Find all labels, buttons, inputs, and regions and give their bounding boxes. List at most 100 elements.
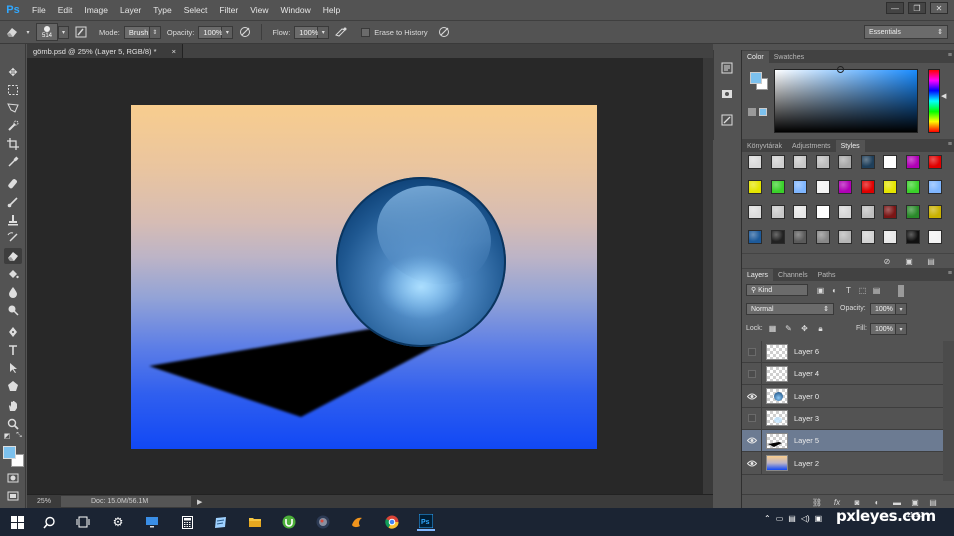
style-swatch[interactable] bbox=[770, 205, 785, 219]
style-swatch[interactable] bbox=[748, 230, 762, 244]
workspace-switcher[interactable]: Essentials ⇕ bbox=[864, 25, 948, 39]
eraser-tool-icon[interactable] bbox=[4, 24, 20, 40]
marquee-tool-icon[interactable] bbox=[4, 82, 22, 98]
style-swatch[interactable] bbox=[815, 205, 830, 219]
adjustment-layer-icon[interactable]: ◐ bbox=[872, 497, 882, 507]
spot-healing-tool-icon[interactable] bbox=[4, 176, 22, 192]
brush-dropdown-icon[interactable]: ▾ bbox=[58, 25, 69, 39]
filter-pixel-icon[interactable]: ▣ bbox=[816, 286, 825, 295]
lock-all-icon[interactable]: 🔒︎ bbox=[816, 324, 825, 333]
pressure-opacity-icon[interactable] bbox=[237, 24, 253, 40]
style-swatch[interactable] bbox=[905, 230, 920, 244]
screen-mode-icon[interactable] bbox=[4, 488, 22, 504]
style-swatch[interactable] bbox=[815, 155, 830, 169]
panel-menu-icon[interactable]: ≡ bbox=[948, 141, 952, 148]
filter-adjustment-icon[interactable]: ◐ bbox=[830, 286, 839, 295]
menu-edit[interactable]: Edit bbox=[52, 0, 79, 20]
layer-fill-dropdown-icon[interactable]: ▾ bbox=[896, 323, 907, 335]
style-swatch[interactable] bbox=[905, 155, 920, 169]
search-icon[interactable] bbox=[40, 513, 58, 531]
panel-menu-icon[interactable]: ≡ bbox=[948, 52, 952, 59]
style-swatch[interactable] bbox=[838, 205, 852, 219]
style-swatch[interactable] bbox=[793, 180, 807, 194]
menu-filter[interactable]: Filter bbox=[213, 0, 244, 20]
layer-style-icon[interactable]: fx bbox=[832, 497, 842, 507]
quick-mask-icon[interactable] bbox=[4, 470, 22, 486]
tab-color[interactable]: Color bbox=[742, 51, 769, 63]
blend-mode-select[interactable]: Normal ⇕ bbox=[746, 303, 834, 315]
visibility-off-icon[interactable] bbox=[742, 362, 762, 385]
layer-row[interactable]: Layer 2 bbox=[742, 452, 944, 475]
delete-layer-icon[interactable]: ▤ bbox=[928, 497, 938, 507]
color-picker-cursor[interactable] bbox=[837, 66, 844, 73]
style-swatch[interactable] bbox=[748, 205, 762, 219]
link-layers-icon[interactable]: ⛓︎ bbox=[812, 497, 822, 507]
close-button[interactable]: ✕ bbox=[930, 2, 948, 14]
document-info[interactable]: Doc: 15.0M/56.1M bbox=[61, 496, 191, 507]
web-safe-color-icon[interactable] bbox=[759, 108, 767, 116]
new-group-icon[interactable]: ▬ bbox=[892, 497, 902, 507]
filter-smart-object-icon[interactable]: ▤ bbox=[872, 286, 881, 295]
style-swatch[interactable] bbox=[770, 180, 785, 194]
menu-help[interactable]: Help bbox=[317, 0, 346, 20]
lock-image-icon[interactable]: ✎ bbox=[784, 324, 793, 333]
mode-select[interactable]: Brush bbox=[123, 25, 150, 39]
brush-panel-toggle-icon[interactable] bbox=[73, 24, 89, 40]
restore-button[interactable]: ❐ bbox=[908, 2, 926, 14]
layer-row[interactable]: Layer 6 bbox=[742, 340, 944, 363]
color-panel-foreground[interactable] bbox=[750, 72, 762, 84]
history-panel-icon[interactable] bbox=[719, 60, 735, 76]
airbrush-icon[interactable] bbox=[333, 24, 349, 40]
zoom-readout[interactable]: 25% bbox=[27, 498, 57, 505]
style-swatch[interactable] bbox=[815, 230, 830, 244]
style-swatch[interactable] bbox=[928, 230, 942, 244]
zoom-tool-icon[interactable] bbox=[4, 416, 22, 432]
tab-libraries[interactable]: Könyvtárak bbox=[742, 140, 787, 152]
layer-opacity-input[interactable]: 100% bbox=[870, 303, 896, 315]
vertical-scrollbar[interactable] bbox=[703, 58, 713, 494]
app-icon-flame[interactable] bbox=[348, 513, 366, 531]
new-layer-icon[interactable]: ▣ bbox=[910, 497, 920, 507]
lock-position-icon[interactable]: ✥ bbox=[800, 324, 809, 333]
style-swatch[interactable] bbox=[883, 205, 897, 219]
layer-row[interactable]: Layer 4 bbox=[742, 362, 944, 386]
eyedropper-tool-icon[interactable] bbox=[4, 154, 22, 170]
visibility-eye-icon[interactable] bbox=[742, 452, 762, 474]
lock-transparent-icon[interactable]: ▦ bbox=[768, 324, 777, 333]
menu-layer[interactable]: Layer bbox=[114, 0, 147, 20]
document-tab[interactable]: gömb.psd @ 25% (Layer 5, RGB/8) * × bbox=[27, 44, 183, 58]
menu-view[interactable]: View bbox=[244, 0, 274, 20]
tray-app-icon[interactable]: ▭ bbox=[776, 514, 784, 523]
path-selection-tool-icon[interactable] bbox=[4, 360, 22, 376]
hand-tool-icon[interactable] bbox=[4, 398, 22, 414]
filter-shape-icon[interactable]: ⬚ bbox=[858, 286, 867, 295]
style-swatch[interactable] bbox=[860, 155, 875, 169]
layer-row[interactable]: Layer 5 bbox=[742, 429, 944, 453]
panel-menu-icon[interactable]: ≡ bbox=[948, 270, 952, 277]
pen-tool-icon[interactable] bbox=[4, 324, 22, 340]
visibility-eye-icon[interactable] bbox=[742, 429, 762, 452]
task-view-icon[interactable] bbox=[74, 513, 92, 531]
default-colors-icon[interactable]: ◩ bbox=[2, 432, 12, 440]
style-swatch[interactable] bbox=[838, 155, 852, 169]
layer-opacity-dropdown-icon[interactable]: ▾ bbox=[896, 303, 907, 315]
app-icon-monitor[interactable] bbox=[143, 513, 161, 531]
network-icon[interactable]: ▤ bbox=[788, 514, 796, 523]
tab-channels[interactable]: Channels bbox=[773, 269, 813, 281]
hue-slider-arrow-icon[interactable]: ◀ bbox=[941, 92, 946, 100]
style-swatch[interactable] bbox=[883, 180, 897, 194]
style-swatch[interactable] bbox=[838, 230, 852, 244]
pressure-size-icon[interactable] bbox=[436, 24, 452, 40]
style-swatch[interactable] bbox=[860, 205, 875, 219]
history-brush-tool-icon[interactable] bbox=[4, 230, 22, 246]
shape-tool-icon[interactable] bbox=[4, 378, 22, 394]
style-swatch[interactable] bbox=[928, 205, 942, 219]
windows-start-icon[interactable] bbox=[8, 513, 26, 531]
foreground-color-swatch[interactable] bbox=[3, 446, 16, 459]
menu-type[interactable]: Type bbox=[147, 0, 177, 20]
eraser-tool-icon[interactable] bbox=[4, 248, 22, 264]
properties-panel-icon[interactable] bbox=[719, 86, 735, 102]
tray-expand-icon[interactable]: ⌃ bbox=[764, 514, 771, 523]
style-swatch[interactable] bbox=[860, 230, 875, 244]
style-swatch[interactable] bbox=[860, 180, 875, 194]
